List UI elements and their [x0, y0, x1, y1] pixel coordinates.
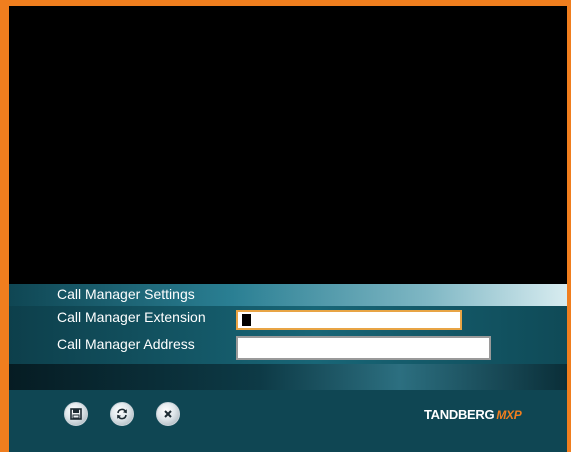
- brand-logo: TANDBERG MXP: [424, 407, 522, 422]
- video-display-area: [9, 6, 567, 284]
- save-icon: [70, 408, 82, 420]
- refresh-button[interactable]: [110, 402, 134, 426]
- decorative-band: [9, 364, 567, 390]
- tandberg-screen: Call Manager Settings Call Manager Exten…: [0, 0, 571, 452]
- brand-name: TANDBERG: [424, 407, 495, 422]
- settings-title: Call Manager Settings: [57, 286, 195, 302]
- focus-border-left: [0, 0, 9, 452]
- save-button[interactable]: [64, 402, 88, 426]
- settings-panel: Call Manager Settings Call Manager Exten…: [9, 284, 567, 452]
- refresh-icon: [117, 408, 127, 420]
- call-manager-address-label: Call Manager Address: [57, 336, 195, 352]
- settings-title-bar: Call Manager Settings: [9, 284, 567, 306]
- settings-fields: Call Manager Extension Call Manager Addr…: [9, 306, 567, 364]
- text-cursor: [242, 314, 251, 326]
- cancel-button[interactable]: [156, 402, 180, 426]
- cancel-icon: [164, 410, 172, 418]
- call-manager-extension-label: Call Manager Extension: [57, 309, 206, 325]
- call-manager-extension-input[interactable]: [236, 310, 462, 330]
- footer-bar: TANDBERG MXP: [9, 390, 567, 452]
- call-manager-address-input[interactable]: [236, 336, 491, 360]
- brand-model: MXP: [496, 408, 522, 422]
- focus-border-right: [567, 0, 571, 452]
